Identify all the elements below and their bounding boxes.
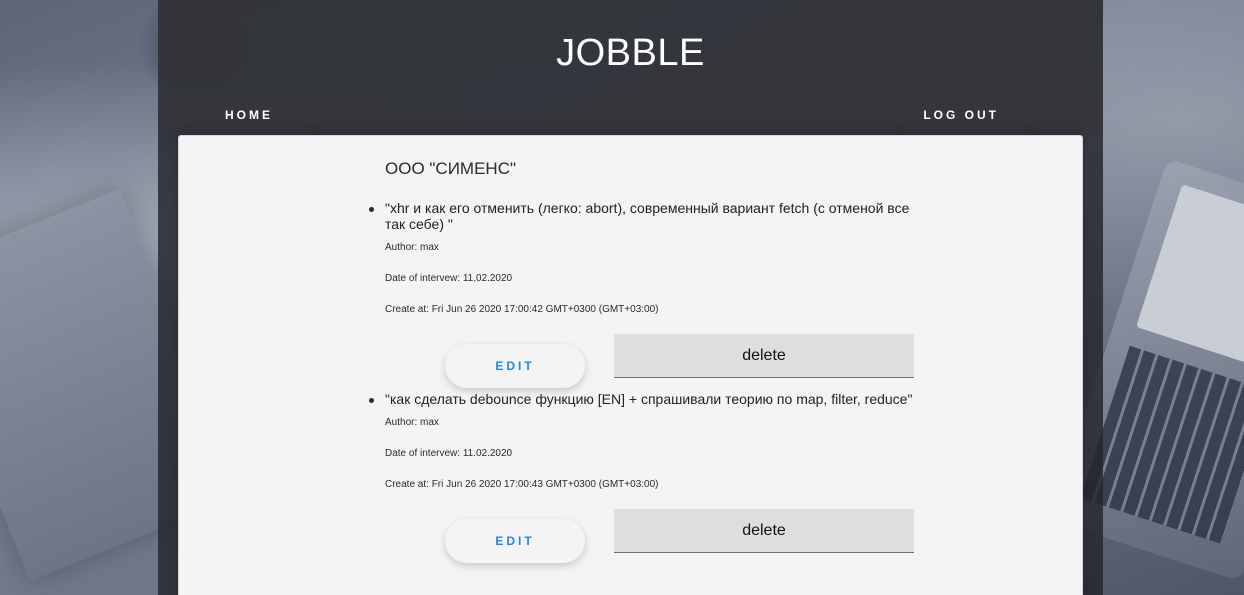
question-interview-date: Date of intervew: 11.02.2020 [385,273,513,284]
question-interview-date: Date of intervew: 11.02.2020 [385,448,513,459]
company-name: ООО "СИМЕНС" [385,159,517,178]
question-item: "как сделать debounce функцию [EN] + спр… [369,391,925,582]
edit-button[interactable]: EDIT [445,344,585,388]
delete-button[interactable]: delete [614,334,914,378]
laptop-screen [1135,184,1244,373]
nav-logout-link[interactable]: LOG OUT [923,108,999,122]
delete-button[interactable]: delete [614,509,914,553]
question-created-at: Create at: Fri Jun 26 2020 17:00:42 GMT+… [385,304,659,315]
question-text: "xhr и как его отменить (легко: abort), … [385,200,910,232]
company-card: ООО "СИМЕНС" "xhr и как его отменить (ле… [178,135,1083,595]
question-author: Author: max [385,417,439,428]
question-created-at: Create at: Fri Jun 26 2020 17:00:43 GMT+… [385,479,659,490]
laptop-keyboard [1080,345,1244,544]
question-author: Author: max [385,242,439,253]
question-text: "как сделать debounce функцию [EN] + спр… [385,391,913,407]
site-header: JOBBLE HOME LOG OUT [158,0,1103,135]
question-list: "xhr и как его отменить (легко: abort), … [369,200,925,582]
question-item: "xhr и как его отменить (легко: abort), … [369,200,925,391]
edit-button[interactable]: EDIT [445,519,585,563]
nav-home-link[interactable]: HOME [225,108,273,122]
site-logo[interactable]: JOBBLE [158,32,1103,75]
